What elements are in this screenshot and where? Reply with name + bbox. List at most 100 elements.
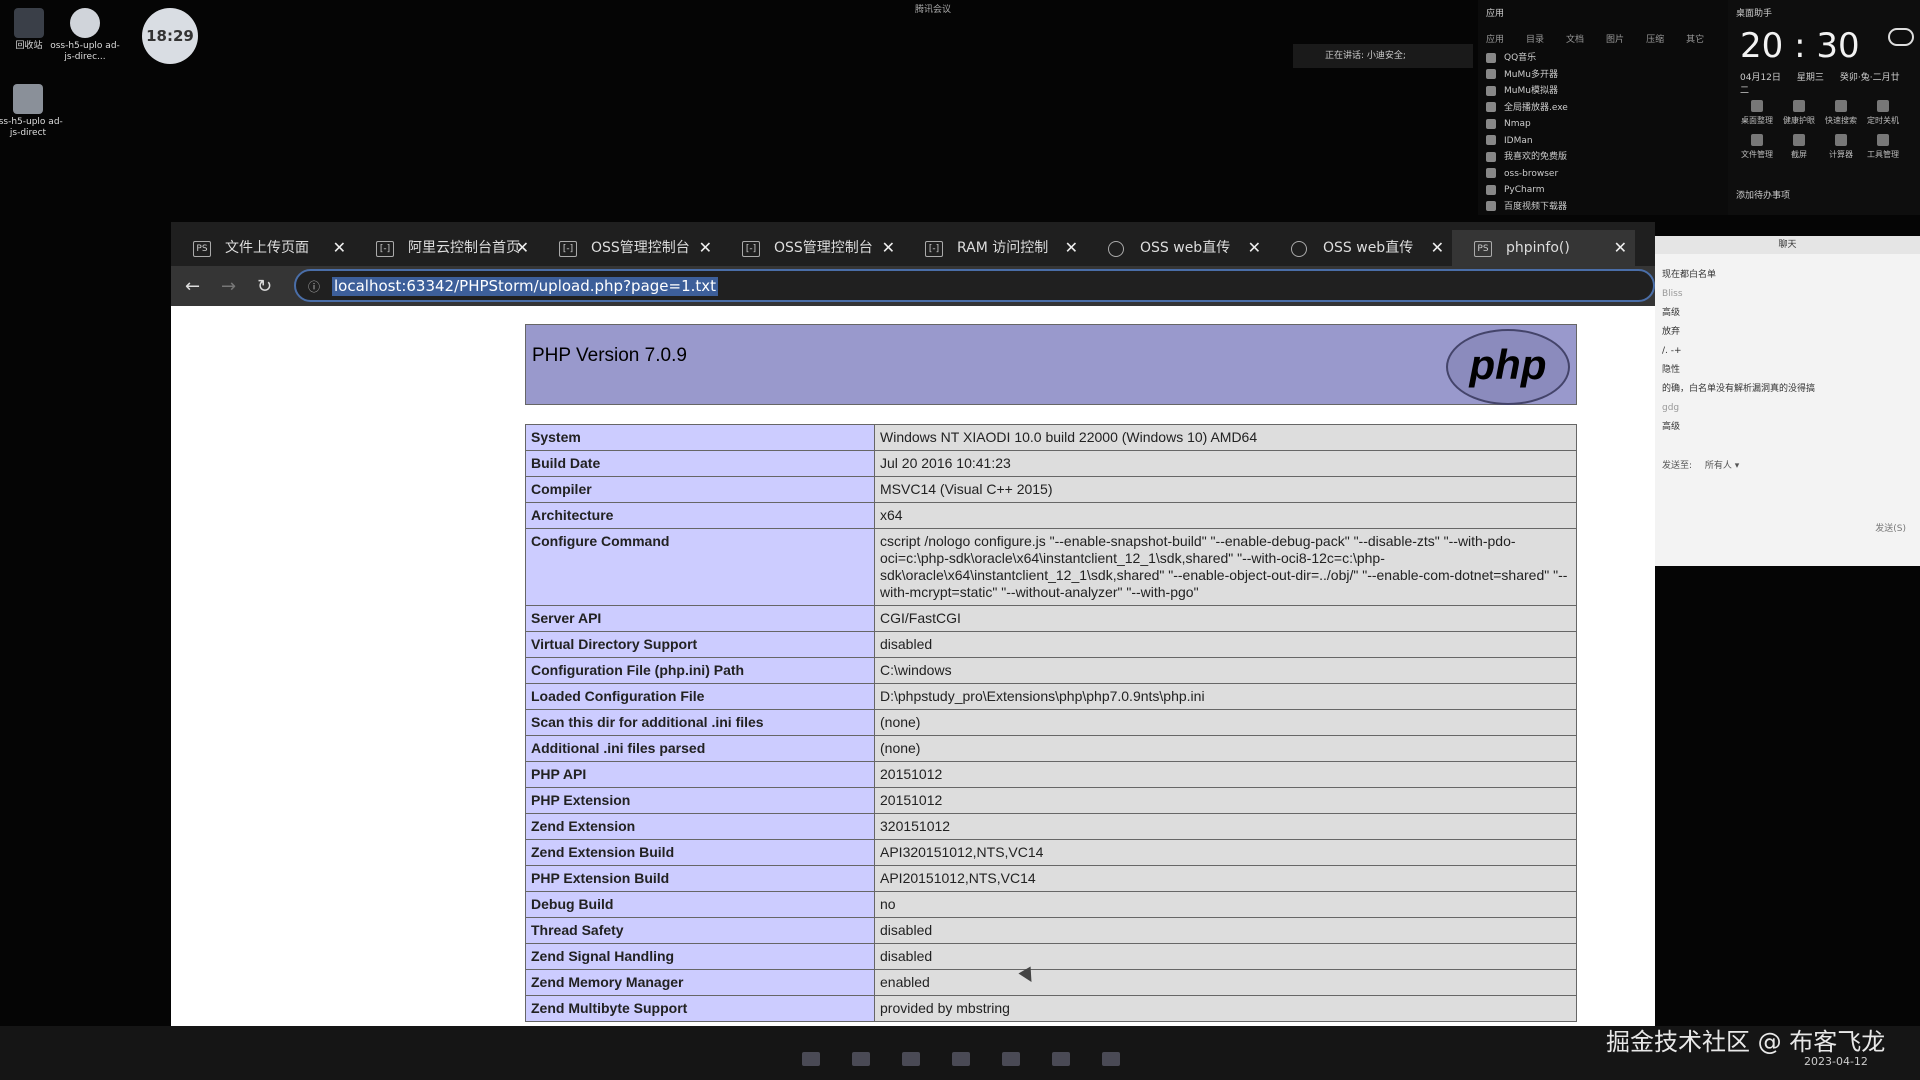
app-item[interactable]: 我喜欢的免费版 [1486,149,1568,166]
tab-label: 阿里云控制台首页 [408,240,520,256]
setting-value: cscript /nologo configure.js "--enable-s… [874,528,1577,606]
close-icon[interactable]: ✕ [1614,230,1627,266]
close-icon[interactable]: ✕ [516,230,529,266]
tab-oss-web-upload-1[interactable]: OSS web直传 ✕ [1086,230,1269,266]
tool-icon [1793,134,1805,146]
app-tab[interactable]: 图片 [1606,35,1624,45]
app-item[interactable]: PyCharm [1486,182,1568,199]
watermark: 掘金技术社区 @ 布客飞龙 [1606,1028,1886,1056]
setting-value: disabled [874,631,1577,658]
chat-message: 高级 [1662,308,1681,318]
chat-message: Bliss [1662,289,1683,299]
tool-shutdown-timer[interactable]: 定时关机 [1862,100,1904,126]
chat-message: 的确，白名单没有解析漏洞真的没得搞 [1662,384,1816,394]
page-icon: [-] [742,241,760,257]
app-tab[interactable]: 其它 [1686,35,1704,45]
app-icon [1486,168,1496,178]
tool-calculator[interactable]: 计算器 [1820,134,1862,160]
setting-value: no [874,891,1577,918]
page-icon: [-] [559,241,577,257]
app-item[interactable]: QQ音乐 [1486,50,1568,67]
url-field[interactable]: ⓘ localhost:63342/PHPStorm/upload.php?pa… [294,269,1655,302]
app-icon [1486,184,1496,195]
taskbar-app-icon[interactable] [1102,1052,1120,1066]
app-tab[interactable]: 应用 [1486,35,1504,45]
taskbar-app-icon[interactable] [952,1052,970,1066]
meeting-bar[interactable]: 腾讯会议 [915,2,951,15]
setting-name: System [525,424,875,451]
add-todo-button[interactable]: 添加待办事项 [1736,188,1790,201]
tab-phpinfo[interactable]: PS phpinfo() ✕ [1452,230,1635,266]
tool-manager[interactable]: 工具管理 [1862,134,1904,160]
chevron-down-icon[interactable]: ▾ [1732,461,1740,471]
back-arrow-icon[interactable]: ← [185,276,200,297]
app-tab[interactable]: 目录 [1526,35,1544,45]
desktop-icon-oss-shortcut[interactable]: oss-h5-uplo ad-js-direc... [50,8,120,63]
app-tab[interactable]: 文档 [1566,35,1584,45]
setting-value: MSVC14 (Visual C++ 2015) [874,476,1577,503]
tool-file-manager[interactable]: 文件管理 [1736,134,1778,160]
start-icon[interactable] [802,1052,820,1066]
tool-screenshot[interactable]: 截屏 [1778,134,1820,160]
close-icon[interactable]: ✕ [699,230,712,266]
app-tab[interactable]: 压缩 [1646,35,1664,45]
close-icon[interactable]: ✕ [1431,230,1444,266]
app-icon [1486,151,1496,162]
close-icon[interactable]: ✕ [1065,230,1078,266]
tab-upload-page[interactable]: PS 文件上传页面 ✕ [171,230,354,266]
app-item[interactable]: MuMu多开器 [1486,67,1568,84]
close-icon[interactable]: ✕ [333,230,346,266]
tool-icon [1877,134,1889,146]
taskbar-app-icon[interactable] [902,1052,920,1066]
tool-quick-search[interactable]: 快速搜索 [1820,100,1862,126]
speaking-indicator: 正在讲话: 小迪安全; [1293,44,1473,68]
setting-value: disabled [874,917,1577,944]
app-item[interactable]: 百度视频下载器 [1486,199,1568,216]
forward-arrow-icon[interactable]: → [221,276,236,297]
desktop-icon-oss-folder[interactable]: oss-h5-uplo ad-js-direct [0,84,63,139]
recipient-select[interactable]: 所有人 [1705,461,1732,471]
setting-value: API20151012,NTS,VC14 [874,865,1577,892]
setting-name: Architecture [525,502,875,529]
address-bar: ← → ↻ ⓘ localhost:63342/PHPStorm/upload.… [171,266,1655,306]
assistant-header: 桌面助手 [1736,9,1773,19]
tool-desk-organize[interactable]: 桌面整理 [1736,100,1778,126]
app-item[interactable]: 全局播放器.exe [1486,100,1568,117]
tab-oss-web-upload-2[interactable]: OSS web直传 ✕ [1269,230,1452,266]
tab-ram-access[interactable]: [-] RAM 访问控制 ✕ [903,230,1086,266]
setting-name: Zend Extension Build [525,839,875,866]
setting-value: (none) [874,709,1577,736]
setting-name: PHP API [525,761,875,788]
setting-value: provided by mbstring [874,995,1577,1022]
tab-label: RAM 访问控制 [957,240,1049,256]
close-icon[interactable]: ✕ [1248,230,1261,266]
tab-bar: PS 文件上传页面 ✕ [-] 阿里云控制台首页 ✕ [-] OSS管理控制台 … [171,222,1655,266]
send-button[interactable]: 发送(S) [1875,521,1906,534]
app-item[interactable]: MuMu模拟器 [1486,83,1568,100]
close-icon[interactable]: ✕ [882,230,895,266]
tab-oss-console-2[interactable]: [-] OSS管理控制台 ✕ [720,230,903,266]
taskbar-date: 2023-04-12 [1804,1055,1868,1068]
tab-oss-console-1[interactable]: [-] OSS管理控制台 ✕ [537,230,720,266]
taskbar-app-icon[interactable] [1052,1052,1070,1066]
table-row: Zend Extension 320151012 [525,813,1577,840]
tab-aliyun-console[interactable]: [-] 阿里云控制台首页 ✕ [354,230,537,266]
taskbar-app-icon[interactable] [1002,1052,1020,1066]
send-to-label: 发送至: [1662,461,1693,471]
setting-name: Zend Extension [525,813,875,840]
reload-icon[interactable]: ↻ [257,276,272,297]
taskbar-app-icon[interactable] [852,1052,870,1066]
app-item[interactable]: IDMan [1486,133,1568,150]
tool-eye-care[interactable]: 健康护眼 [1778,100,1820,126]
app-item[interactable]: oss-browser [1486,166,1568,183]
pycharm-icon: PS [1474,241,1492,257]
setting-name: Configure Command [525,528,875,606]
app-list: QQ音乐 MuMu多开器 MuMu模拟器 全局播放器.exe Nmap IDMa… [1486,50,1568,215]
table-row: Scan this dir for additional .ini files(… [525,709,1577,736]
setting-name: Compiler [525,476,875,503]
table-row: Zend Signal Handling disabled [525,943,1577,970]
chat-message: 现在都白名单 [1662,270,1717,280]
globe-icon [1291,241,1307,257]
setting-name: Zend Memory Manager [525,969,875,996]
app-item[interactable]: Nmap [1486,116,1568,133]
